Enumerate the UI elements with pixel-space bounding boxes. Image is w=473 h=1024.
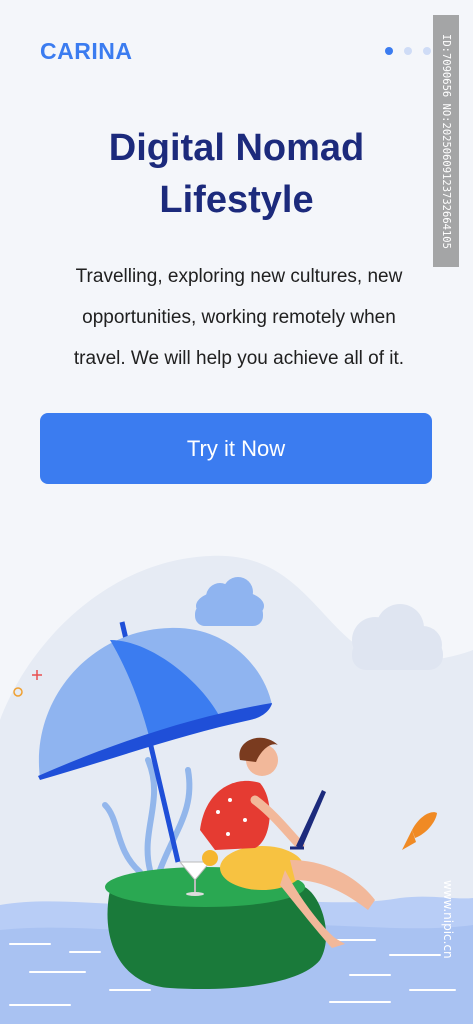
title-line-2: Lifestyle xyxy=(159,179,314,221)
brand-logo: CARINA xyxy=(40,38,133,64)
hero-description: Travelling, exploring new cultures, new … xyxy=(34,256,444,379)
beach-illustration xyxy=(0,555,473,1024)
site-watermark: www.nipic.cn xyxy=(441,880,455,959)
cloud-icon xyxy=(352,604,443,670)
description-line-3: travel. We will help you achieve all of … xyxy=(73,348,405,369)
description-line-1: Travelling, exploring new cultures, new xyxy=(75,266,403,287)
pagination-dot-2[interactable] xyxy=(404,47,412,55)
onboarding-pagination[interactable] xyxy=(385,47,431,55)
pagination-dot-1[interactable] xyxy=(385,47,393,55)
page-title: Digital Nomad Lifestyle xyxy=(0,122,473,226)
pagination-dot-3[interactable] xyxy=(423,47,431,55)
try-it-now-button[interactable]: Try it Now xyxy=(40,413,432,484)
title-line-1: Digital Nomad xyxy=(108,127,365,169)
description-line-2: opportunities, working remotely when xyxy=(82,307,396,328)
